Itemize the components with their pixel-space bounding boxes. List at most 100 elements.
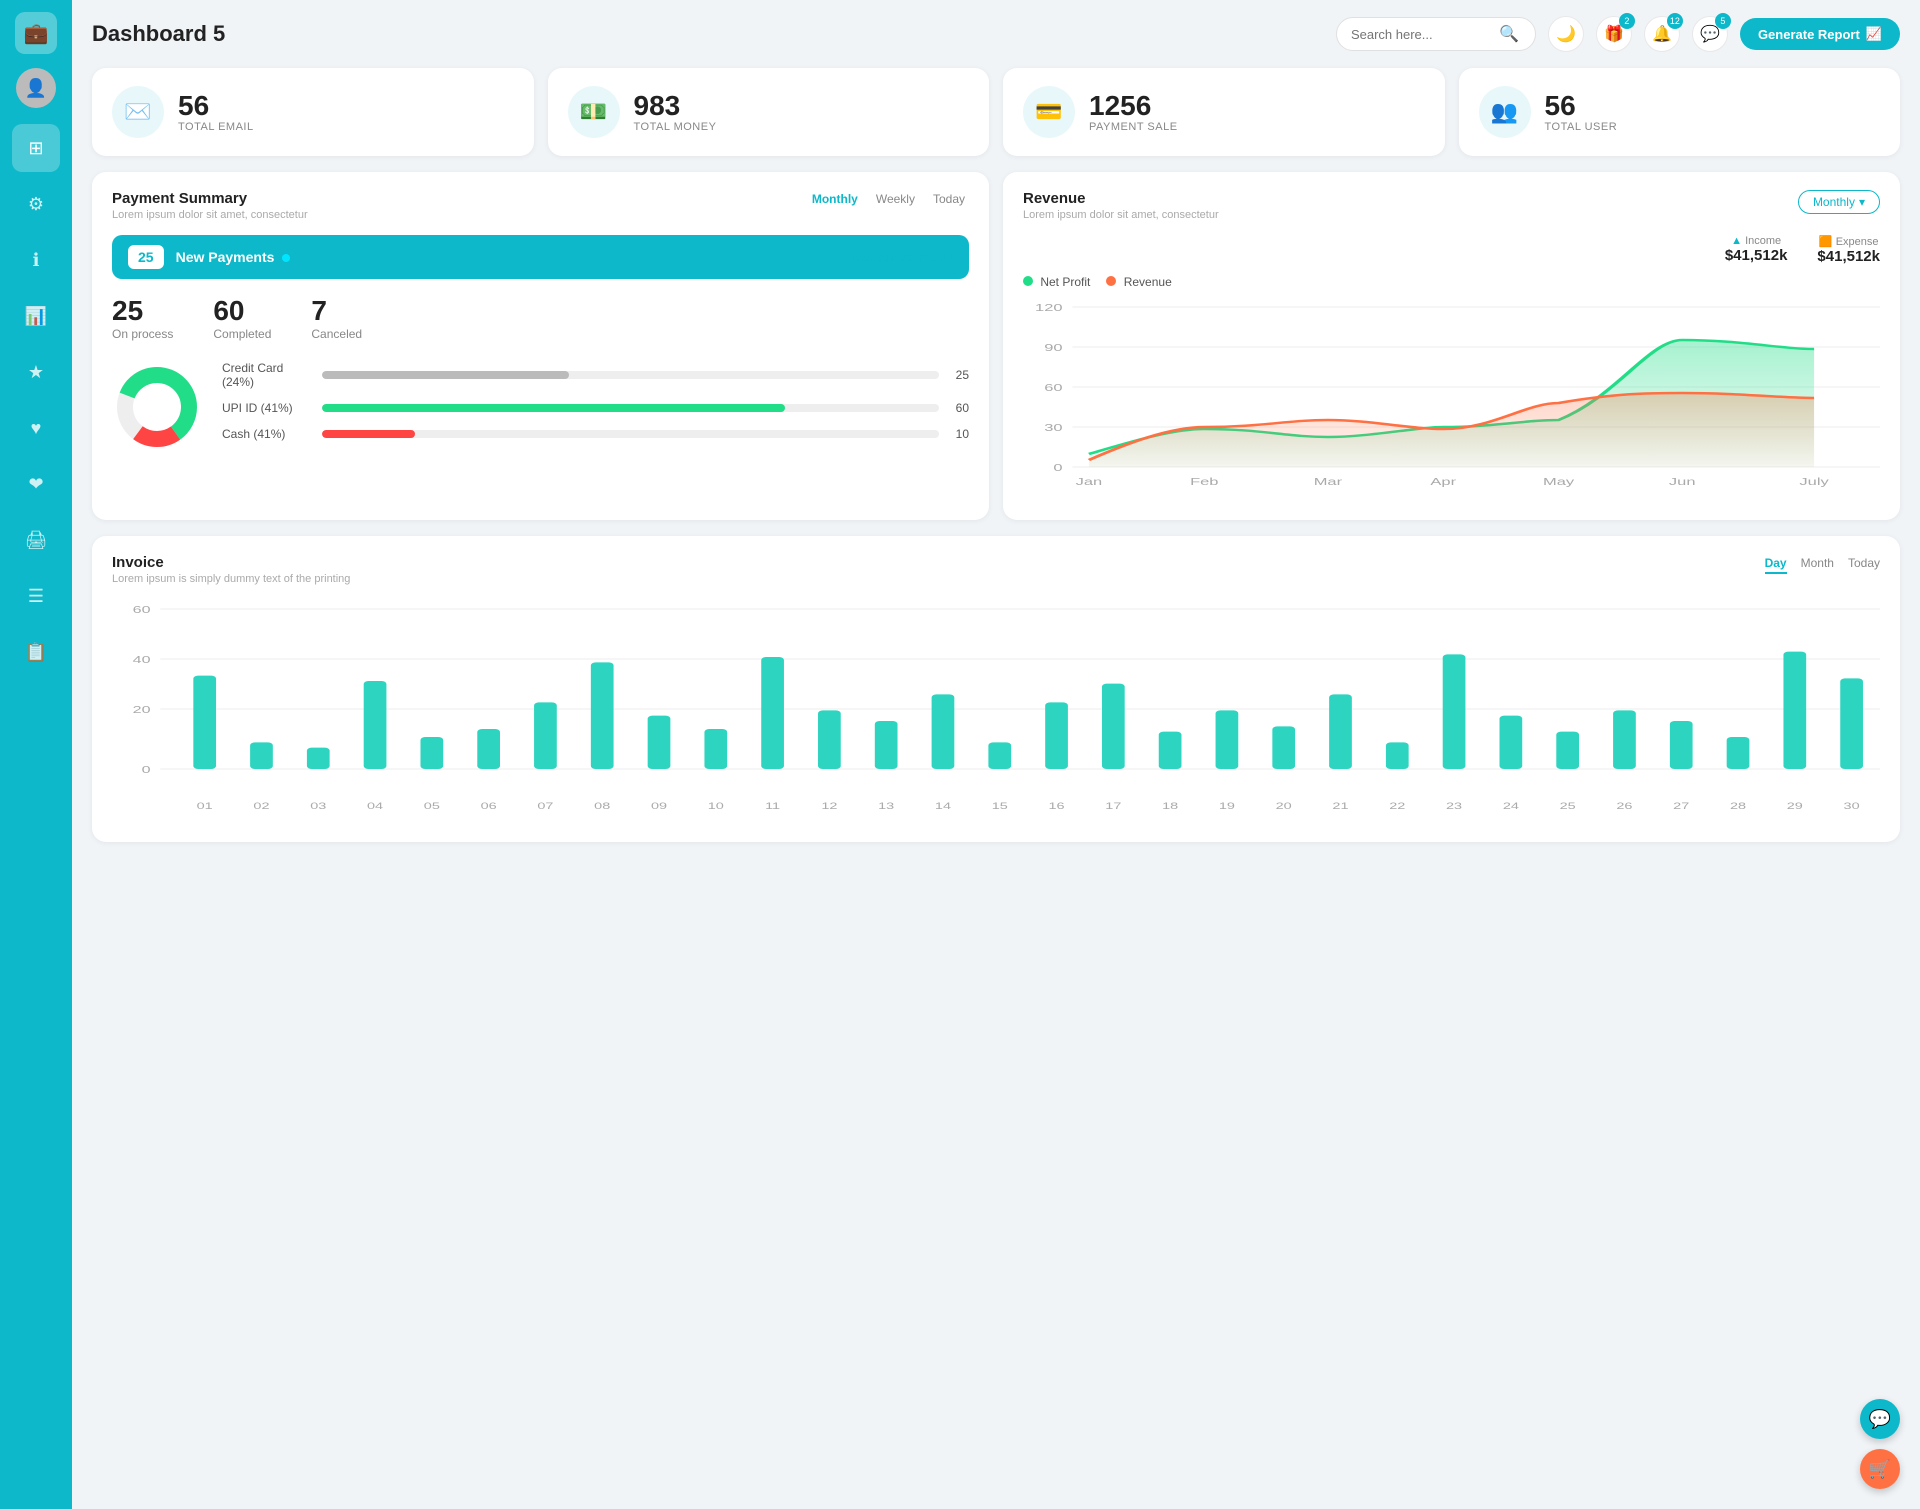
generate-report-button[interactable]: Generate Report 📈 xyxy=(1740,18,1900,50)
bar-13 xyxy=(875,721,898,769)
svg-text:20: 20 xyxy=(133,704,151,715)
stat-info-payment: 1256 PAYMENT SALE xyxy=(1089,91,1178,134)
svg-text:Mar: Mar xyxy=(1314,476,1343,487)
svg-text:120: 120 xyxy=(1035,302,1063,313)
bar-02 xyxy=(250,742,273,769)
svg-text:90: 90 xyxy=(1044,342,1063,353)
payment-details: Credit Card (24%) 25 UPI ID (41%) 60 xyxy=(112,361,969,453)
payment-tab-group: Monthly Weekly Today xyxy=(808,190,969,208)
stat-info-email: 56 TOTAL EMAIL xyxy=(178,91,254,134)
bar-05 xyxy=(420,737,443,769)
revenue-chart: 120 90 60 30 0 xyxy=(1023,297,1880,497)
revenue-title: Revenue xyxy=(1023,190,1219,207)
completed-label: Completed xyxy=(213,327,271,341)
gifts-button[interactable]: 🎁 2 xyxy=(1596,16,1632,52)
manage-payment-link[interactable]: Manage payment › xyxy=(853,250,953,264)
invoice-info: Invoice Lorem ipsum is simply dummy text… xyxy=(112,554,350,585)
expense-icon: 🟧 xyxy=(1819,236,1836,248)
stat-card-user: 👥 56 TOTAL USER xyxy=(1459,68,1901,156)
sidebar-item-info[interactable]: ℹ xyxy=(12,236,60,284)
bar-16 xyxy=(1045,702,1068,769)
sidebar-logo[interactable]: 💼 xyxy=(15,12,57,54)
revenue-dot xyxy=(1106,276,1116,286)
sidebar-item-heart1[interactable]: ♥ xyxy=(12,404,60,452)
sidebar: 💼 👤 ⊞ ⚙ ℹ 📊 ★ ♥ ❤ 🖨 ☰ 📋 xyxy=(0,0,72,1509)
x-label-28: 28 xyxy=(1730,801,1746,811)
x-label-11: 11 xyxy=(765,801,780,811)
sidebar-item-chart[interactable]: 📊 xyxy=(12,292,60,340)
stat-number-money: 983 xyxy=(634,91,717,122)
x-label-18: 18 xyxy=(1162,801,1178,811)
revenue-monthly-button[interactable]: Monthly ▾ xyxy=(1798,190,1880,214)
bar-29 xyxy=(1783,652,1806,769)
user-avatar[interactable]: 👤 xyxy=(16,68,56,108)
bar-fill-upi xyxy=(322,404,785,412)
cart-fab[interactable]: 🛒 xyxy=(1860,1449,1900,1489)
search-input[interactable] xyxy=(1351,27,1491,42)
x-label-07: 07 xyxy=(537,801,553,811)
revenue-legend: Net Profit Revenue xyxy=(1023,275,1880,289)
stat-label-money: TOTAL MONEY xyxy=(634,121,717,133)
sidebar-item-settings[interactable]: ⚙ xyxy=(12,180,60,228)
middle-grid: Payment Summary Lorem ipsum dolor sit am… xyxy=(92,172,1900,520)
bar-track-cash xyxy=(322,430,939,438)
svg-text:May: May xyxy=(1543,476,1574,487)
bar-val-upi: 60 xyxy=(949,401,969,415)
completed-stat: 60 Completed xyxy=(213,295,271,341)
invoice-tab-day[interactable]: Day xyxy=(1765,554,1787,574)
search-box[interactable]: 🔍 xyxy=(1336,17,1536,51)
payment-tab-monthly[interactable]: Monthly xyxy=(808,190,862,208)
x-label-22: 22 xyxy=(1389,801,1405,811)
x-label-21: 21 xyxy=(1332,801,1348,811)
legend-profit: Net Profit xyxy=(1023,275,1090,289)
messages-button[interactable]: 💬 5 xyxy=(1692,16,1728,52)
bar-14 xyxy=(932,694,955,769)
stats-grid: ✉️ 56 TOTAL EMAIL 💵 983 TOTAL MONEY 💳 12… xyxy=(92,68,1900,156)
invoice-subtitle: Lorem ipsum is simply dummy text of the … xyxy=(112,573,350,585)
sidebar-item-list[interactable]: ☰ xyxy=(12,572,60,620)
x-label-14: 14 xyxy=(935,801,951,811)
sidebar-item-dashboard[interactable]: ⊞ xyxy=(12,124,60,172)
expense-label: 🟧 Expense xyxy=(1817,235,1880,248)
sidebar-item-heart2[interactable]: ❤ xyxy=(12,460,60,508)
stat-info-user: 56 TOTAL USER xyxy=(1545,91,1618,134)
new-payments-row: 25 New Payments Manage payment › xyxy=(112,235,969,279)
sidebar-item-docs[interactable]: 📋 xyxy=(12,628,60,676)
sidebar-item-star[interactable]: ★ xyxy=(12,348,60,396)
payment-tab-weekly[interactable]: Weekly xyxy=(872,190,919,208)
main-content: Dashboard 5 🔍 🌙 🎁 2 🔔 12 💬 5 Generate Re… xyxy=(72,0,1920,1509)
revenue-monthly-label: Monthly xyxy=(1813,195,1855,209)
x-label-15: 15 xyxy=(992,801,1008,811)
support-fab[interactable]: 💬 xyxy=(1860,1399,1900,1439)
profit-dot xyxy=(1023,276,1033,286)
sidebar-item-printer[interactable]: 🖨 xyxy=(12,516,60,564)
x-label-12: 12 xyxy=(821,801,837,811)
bar-26 xyxy=(1613,710,1636,769)
bar-06 xyxy=(477,729,500,769)
page-title: Dashboard 5 xyxy=(92,21,225,47)
payment-tab-today[interactable]: Today xyxy=(929,190,969,208)
bar-val-cash: 10 xyxy=(949,427,969,441)
invoice-chart: 60 40 20 0 01020304050607080910111213141… xyxy=(112,599,1880,819)
bar-20 xyxy=(1272,726,1295,769)
svg-text:July: July xyxy=(1799,476,1829,487)
invoice-header: Invoice Lorem ipsum is simply dummy text… xyxy=(112,554,1880,585)
svg-text:40: 40 xyxy=(133,654,151,665)
revenue-chart-area: 120 90 60 30 0 xyxy=(1023,297,1880,502)
notifications-button[interactable]: 🔔 12 xyxy=(1644,16,1680,52)
x-label-30: 30 xyxy=(1844,801,1860,811)
svg-text:Apr: Apr xyxy=(1430,476,1456,487)
bar-label-cash: Cash (41%) xyxy=(222,427,312,441)
invoice-tab-month[interactable]: Month xyxy=(1801,554,1834,574)
theme-toggle-button[interactable]: 🌙 xyxy=(1548,16,1584,52)
search-icon: 🔍 xyxy=(1499,24,1519,44)
bar-30 xyxy=(1840,678,1863,769)
stat-label-payment: PAYMENT SALE xyxy=(1089,121,1178,133)
payment-summary-header: Payment Summary Lorem ipsum dolor sit am… xyxy=(112,190,969,221)
invoice-tab-today[interactable]: Today xyxy=(1848,554,1880,574)
payment-icon: 💳 xyxy=(1023,86,1075,138)
svg-text:Jun: Jun xyxy=(1669,476,1696,487)
bar-03 xyxy=(307,748,330,769)
canceled-stat: 7 Canceled xyxy=(311,295,362,341)
stat-number-email: 56 xyxy=(178,91,254,122)
